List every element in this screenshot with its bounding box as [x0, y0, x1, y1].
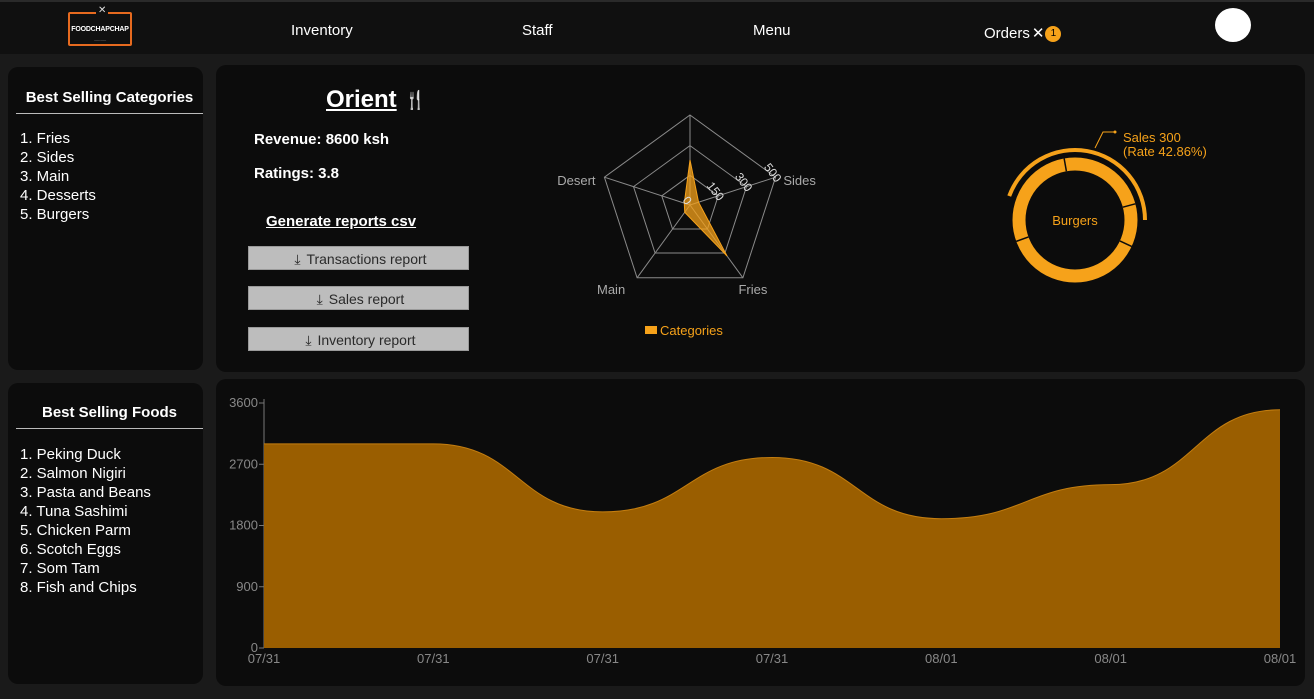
sales-area-chart: 090018002700360007/31 07/31 07/31 07/31 08/0…	[229, 395, 1297, 666]
x-tick-label: 08/01	[1094, 651, 1127, 666]
x-tick-label: 07/31	[417, 651, 450, 666]
inventory-report-button[interactable]: ⤓ Inventory report	[248, 327, 469, 351]
list-item: 2. Sides	[20, 149, 75, 166]
list-item: 3. Main	[20, 168, 70, 185]
best-foods-list: 1. Peking Duck 2. Salmon Nigiri 3. Pasta…	[20, 445, 151, 597]
transactions-report-label: Transactions report	[306, 251, 427, 267]
nav-inventory[interactable]: Inventory	[291, 22, 353, 39]
y-tick-label: 900	[236, 579, 258, 594]
y-tick-label: 1800	[229, 518, 258, 533]
list-item: 8. Fish and Chips	[20, 579, 137, 596]
burgers-donut-chart: Sales 300(Rate 42.86%) Burgers	[1007, 130, 1207, 283]
nav-orders-label: Orders	[984, 25, 1030, 42]
donut-annotation-line	[1094, 131, 1115, 149]
donut-annotation-sales: Sales 300	[1123, 130, 1181, 145]
y-tick-label: 2700	[229, 456, 258, 471]
list-item: 2. Salmon Nigiri	[20, 465, 126, 482]
restaurant-name: Orient	[326, 86, 397, 113]
user-avatar[interactable]	[1215, 8, 1251, 42]
restaurant-utensils-icon: 🍴	[404, 90, 427, 110]
transactions-report-button[interactable]: ⤓ Transactions report	[248, 246, 469, 270]
radar-legend-swatch	[645, 326, 657, 334]
utensils-icon: ✕	[96, 5, 109, 16]
best-categories-title: Best Selling Categories	[16, 89, 203, 114]
fork-knife-icon: ✕	[1031, 25, 1045, 42]
donut-annotation-rate: (Rate 42.86%)	[1123, 144, 1207, 159]
list-item: 4. Desserts	[20, 187, 96, 204]
list-item: 4. Tuna Sashimi	[20, 503, 128, 520]
x-tick-label: 07/31	[586, 651, 619, 666]
radar-tick-label: 150	[704, 179, 728, 204]
list-item: 6. Scotch Eggs	[20, 541, 121, 558]
radar-tick-label: 300	[732, 170, 756, 195]
generate-reports-title: Generate reports csv	[266, 213, 417, 230]
radar-axis-line	[636, 204, 691, 279]
list-item: 1. Peking Duck	[20, 446, 121, 463]
list-item: 3. Pasta and Beans	[20, 484, 151, 501]
list-item: 7. Som Tam	[20, 560, 100, 577]
sales-report-button[interactable]: ⤓ Sales report	[248, 286, 469, 310]
list-item: 5. Burgers	[20, 206, 90, 223]
x-tick-label: 07/31	[756, 651, 789, 666]
x-tick-label: 08/01	[1264, 651, 1297, 666]
list-item: 5. Chicken Parm	[20, 522, 131, 539]
radar-axis-line	[604, 176, 691, 206]
x-tick-label: 08/01	[925, 651, 958, 666]
nav-orders[interactable]: Orders ✕ 1	[984, 24, 1062, 42]
radar-axis-label: Fries	[738, 282, 767, 297]
radar-tick-label: 500	[761, 161, 785, 186]
donut-annotation-dot	[1113, 130, 1117, 134]
best-foods-panel: Best Selling Foods 1. Peking Duck 2. Sal…	[8, 383, 203, 684]
inventory-report-label: Inventory report	[317, 332, 416, 348]
radar-axis-label: Desert	[557, 173, 596, 188]
download-icon: ⤓	[294, 251, 301, 267]
app-logo[interactable]: ✕ FOODCHAPCHAP —— ——	[68, 5, 132, 46]
top-navbar: ✕ FOODCHAPCHAP —— —— Inventory Staff Men…	[0, 0, 1314, 54]
radar-axis-label: Sides	[783, 173, 816, 188]
orders-count-badge: 1	[1045, 26, 1062, 42]
categories-radar-chart: BurgersSidesFriesMainDesert0150300500Cat…	[557, 114, 816, 338]
best-categories-list: 1. Fries 2. Sides 3. Main 4. Desserts 5.…	[20, 129, 96, 224]
logo-text: FOODCHAPCHAP	[71, 26, 129, 33]
ratings-text: Ratings: 3.8	[254, 165, 340, 182]
logo-tagline: —— ——	[94, 38, 106, 42]
revenue-text: Revenue: 8600 ksh	[254, 131, 390, 148]
radar-series-area	[683, 159, 728, 257]
download-icon: ⤓	[305, 332, 312, 348]
area-series-fill	[264, 409, 1280, 648]
best-foods-title: Best Selling Foods	[16, 404, 203, 429]
nav-staff[interactable]: Staff	[522, 22, 553, 39]
x-tick-label: 07/31	[248, 651, 281, 666]
nav-menu[interactable]: Menu	[753, 22, 791, 39]
radar-axis-line	[689, 176, 776, 206]
list-item: 1. Fries	[20, 130, 71, 147]
radar-legend-label: Categories	[660, 323, 723, 338]
donut-center-label: Burgers	[1052, 213, 1098, 228]
sales-report-label: Sales report	[328, 291, 405, 307]
best-categories-panel: Best Selling Categories 1. Fries 2. Side…	[8, 67, 203, 370]
y-tick-label: 3600	[229, 395, 258, 410]
radar-axis-label: Main	[597, 282, 625, 297]
download-icon: ⤓	[316, 291, 323, 307]
